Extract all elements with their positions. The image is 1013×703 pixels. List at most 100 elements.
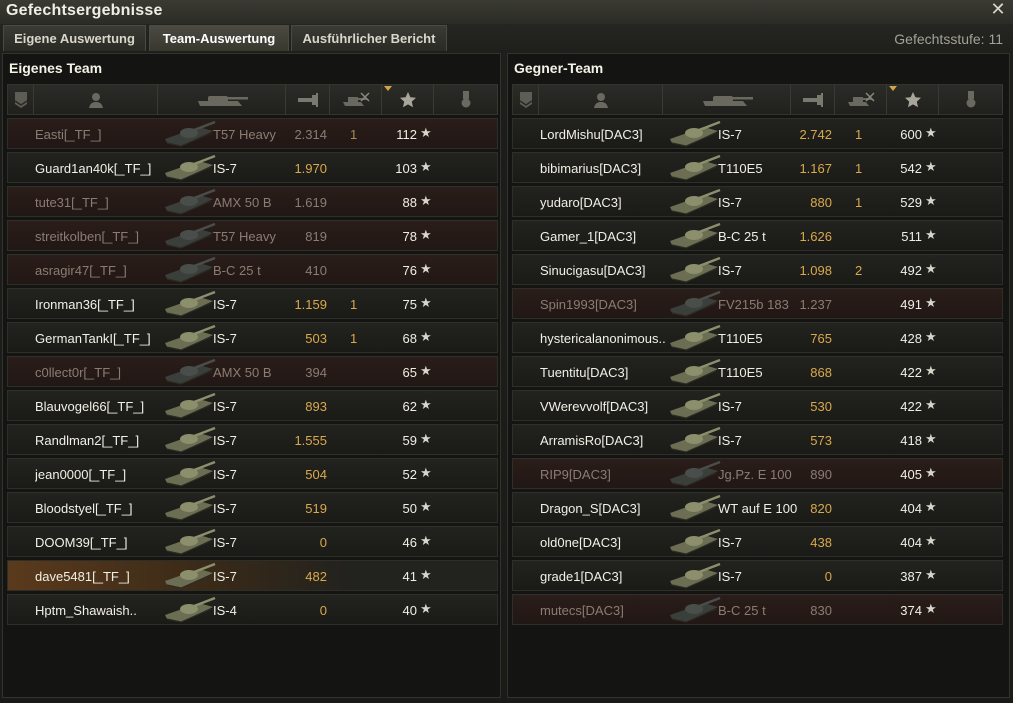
header-player-column[interactable] (539, 85, 663, 114)
player-row[interactable]: VWerevvolf[DAC3] IS-7 530 422 ★ (512, 390, 1003, 421)
damage-value: 573 (810, 433, 832, 448)
sort-descending-icon (889, 86, 897, 91)
player-row[interactable]: Ironman36[_TF_] IS-7 1.159 1 75 ★ (7, 288, 498, 319)
tank-icon (664, 527, 724, 556)
player-row[interactable]: Sinucigasu[DAC3] IS-7 1.098 2 492 ★ (512, 254, 1003, 285)
xp-value: 422 (900, 365, 922, 380)
xp-star-icon: ★ (420, 397, 432, 412)
xp-value: 511 (901, 229, 922, 244)
tab-ausfuehrlicher-bericht[interactable]: Ausführlicher Bericht (291, 25, 447, 51)
player-name: Bloodstyel[_TF_] (35, 501, 133, 516)
tank-name: IS-7 (213, 161, 237, 176)
header-tank-column[interactable] (158, 85, 286, 114)
tab-eigene-auswertung[interactable]: Eigene Auswertung (3, 25, 146, 51)
tank-name: IS-7 (213, 501, 237, 516)
player-row[interactable]: Spin1993[DAC3] FV215b 183 1.237 491 ★ (512, 288, 1003, 319)
tank-name: IS-7 (213, 399, 237, 414)
player-row[interactable]: Randlman2[_TF_] IS-7 1.555 59 ★ (7, 424, 498, 455)
player-row[interactable]: LordMishu[DAC3] IS-7 2.742 1 600 ★ (512, 118, 1003, 149)
xp-value: 59 (402, 433, 417, 448)
xp-star-icon: ★ (420, 601, 432, 616)
player-row[interactable]: Easti[_TF_] T57 Heavy 2.314 1 112 ★ (7, 118, 498, 149)
player-row[interactable]: Blauvogel66[_TF_] IS-7 893 62 ★ (7, 390, 498, 421)
player-row[interactable]: bibimarius[DAC3] T110E5 1.167 1 542 ★ (512, 152, 1003, 183)
header-kills-column[interactable] (835, 85, 887, 114)
damage-value: 0 (319, 603, 327, 618)
tab-team-auswertung[interactable]: Team-Auswertung (149, 25, 289, 51)
header-platoon-column[interactable] (513, 85, 539, 114)
title-bar[interactable]: Gefechtsergebnisse ✕ (0, 0, 1013, 24)
player-row[interactable]: Tuentitu[DAC3] T110E5 868 422 ★ (512, 356, 1003, 387)
player-row[interactable]: c0llect0r[_TF_] AMX 50 B 394 65 ★ (7, 356, 498, 387)
player-row[interactable]: jean0000[_TF_] IS-7 504 52 ★ (7, 458, 498, 489)
header-damage-column[interactable] (286, 85, 330, 114)
player-row[interactable]: tute31[_TF_] AMX 50 B 1.619 88 ★ (7, 186, 498, 217)
tank-name: B-C 25 t (213, 263, 261, 278)
player-row[interactable]: Hptm_Shawaish.. IS-4 0 40 ★ (7, 594, 498, 625)
player-name: bibimarius[DAC3] (540, 161, 642, 176)
tank-name: IS-7 (718, 127, 742, 142)
tank-icon (159, 425, 219, 454)
xp-star-icon (399, 91, 417, 109)
xp-star-icon (904, 91, 922, 109)
damage-value: 890 (810, 467, 832, 482)
tank-name: WT auf E 100 (718, 501, 798, 516)
player-row[interactable]: streitkolben[_TF_] T57 Heavy 819 78 ★ (7, 220, 498, 251)
xp-star-icon: ★ (925, 261, 937, 276)
header-platoon-column[interactable] (8, 85, 34, 114)
damage-value: 410 (305, 263, 327, 278)
xp-value: 418 (900, 433, 922, 448)
player-row[interactable]: Guard1an40k[_TF_] IS-7 1.970 103 ★ (7, 152, 498, 183)
player-row[interactable]: old0ne[DAC3] IS-7 438 404 ★ (512, 526, 1003, 557)
header-damage-column[interactable] (791, 85, 835, 114)
header-medal-column[interactable] (939, 85, 1003, 114)
tank-name: IS-4 (213, 603, 237, 618)
player-row[interactable]: grade1[DAC3] IS-7 0 387 ★ (512, 560, 1003, 591)
xp-star-icon: ★ (925, 125, 937, 140)
header-kills-column[interactable] (330, 85, 382, 114)
xp-star-icon: ★ (420, 295, 432, 310)
tank-icon (159, 561, 219, 590)
header-medal-column[interactable] (434, 85, 498, 114)
player-row[interactable]: dave5481[_TF_] IS-7 482 41 ★ (7, 560, 498, 591)
xp-value: 78 (402, 229, 417, 244)
xp-value: 50 (402, 501, 417, 516)
player-row[interactable]: Bloodstyel[_TF_] IS-7 519 50 ★ (7, 492, 498, 523)
player-row[interactable]: Gamer_1[DAC3] B-C 25 t 1.626 511 ★ (512, 220, 1003, 251)
xp-value: 68 (402, 331, 417, 346)
medal-icon (965, 90, 977, 109)
player-row[interactable]: RIP9[DAC3] Jg.Pz. E 100 890 405 ★ (512, 458, 1003, 489)
xp-value: 46 (402, 535, 417, 550)
player-row[interactable]: hystericalanonimous.. T110E5 765 428 ★ (512, 322, 1003, 353)
battle-tier: Gefechtsstufe: 11 (894, 31, 1003, 47)
player-name: mutecs[DAC3] (540, 603, 624, 618)
player-row[interactable]: asragir47[_TF_] B-C 25 t 410 76 ★ (7, 254, 498, 285)
player-row[interactable]: DOOM39[_TF_] IS-7 0 46 ★ (7, 526, 498, 557)
battle-results-window: Gefechtsergebnisse ✕ Eigene Auswertung T… (0, 0, 1013, 703)
player-name: Hptm_Shawaish.. (35, 603, 137, 618)
player-row[interactable]: GermanTankI[_TF_] IS-7 503 1 68 ★ (7, 322, 498, 353)
tank-name: IS-7 (718, 195, 742, 210)
damage-value: 482 (305, 569, 327, 584)
player-row[interactable]: yudaro[DAC3] IS-7 880 1 529 ★ (512, 186, 1003, 217)
tank-icon (664, 187, 724, 216)
xp-star-icon: ★ (925, 567, 937, 582)
player-name: VWerevvolf[DAC3] (540, 399, 649, 414)
player-row[interactable]: ArramisRo[DAC3] IS-7 573 418 ★ (512, 424, 1003, 455)
xp-star-icon: ★ (420, 261, 432, 276)
tank-icon (159, 153, 219, 182)
header-xp-star-column[interactable] (382, 85, 434, 114)
xp-star-icon: ★ (925, 465, 937, 480)
player-row[interactable]: Dragon_S[DAC3] WT auf E 100 820 404 ★ (512, 492, 1003, 523)
tank-name: T57 Heavy (213, 127, 276, 142)
player-name: Sinucigasu[DAC3] (540, 263, 646, 278)
header-tank-column[interactable] (663, 85, 791, 114)
header-player-column[interactable] (34, 85, 158, 114)
xp-star-icon: ★ (925, 533, 937, 548)
enemy-team-panel: Gegner-Team LordMishu[DAC3] IS-7 2.742 1 600… (507, 53, 1010, 698)
header-xp-star-column[interactable] (887, 85, 939, 114)
player-row[interactable]: mutecs[DAC3] B-C 25 t 830 374 ★ (512, 594, 1003, 625)
close-icon[interactable]: ✕ (989, 0, 1007, 18)
player-name: yudaro[DAC3] (540, 195, 622, 210)
xp-star-icon: ★ (925, 363, 937, 378)
